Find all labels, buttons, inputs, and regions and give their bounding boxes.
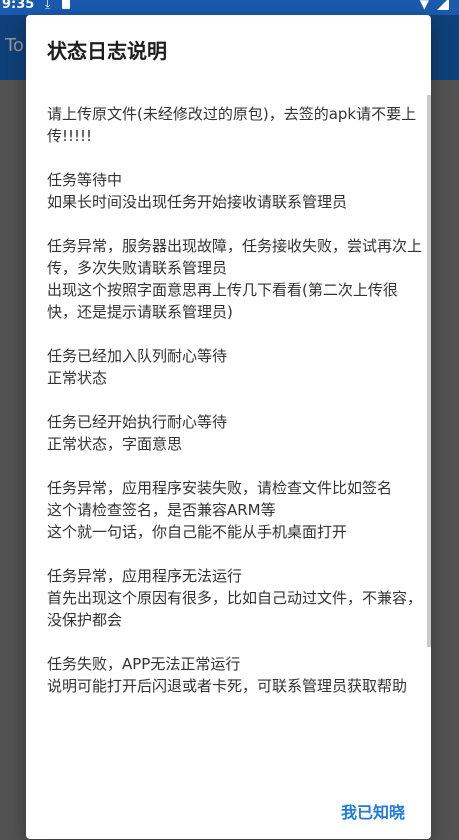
- status-log-dialog: 状态日志说明 请上传原文件(未经修改过的原包)，去签的apk请不要上传!!!!!…: [26, 15, 431, 839]
- paragraph-running: 任务已经开始执行耐心等待 正常状态，字面意思: [47, 413, 228, 453]
- paragraph-server-error: 任务异常，服务器出现故障，任务接收失败，尝试再次上传，多次失败请联系管理员 出现…: [47, 237, 422, 321]
- paragraph-upload-note: 请上传原文件(未经修改过的原包)，去签的apk请不要上传!!!!!: [47, 105, 417, 145]
- paragraph-cannot-run: 任务异常，应用程序无法运行 首先出现这个原因有很多，比如自己动过文件，不兼容，没…: [47, 567, 422, 629]
- dialog-scrollbar-thumb[interactable]: [427, 95, 431, 647]
- status-bar: 9:35 ⤓ ▼: [0, 0, 459, 15]
- download-icon: ⤓: [45, 0, 51, 11]
- acknowledge-button[interactable]: 我已知晓: [341, 799, 405, 823]
- paragraph-queued: 任务已经加入队列耐心等待 正常状态: [47, 347, 228, 387]
- paragraph-install-failed: 任务异常，应用程序安装失败，请检查文件比如签名 这个请检查签名，是否兼容ARM等…: [47, 479, 393, 541]
- dialog-message[interactable]: 请上传原文件(未经修改过的原包)，去签的apk请不要上传!!!!! 任务等待中 …: [47, 103, 422, 793]
- wifi-icon: ▼: [419, 0, 429, 11]
- sim-card-icon: [62, 0, 70, 9]
- paragraph-task-failed: 任务失败，APP无法正常运行 说明可能打开后闪退或者卡死，可联系管理员获取帮助: [47, 655, 408, 695]
- status-time: 9:35: [2, 0, 35, 12]
- dialog-title: 状态日志说明: [47, 39, 167, 63]
- signal-icon: [437, 0, 449, 10]
- paragraph-waiting: 任务等待中 如果长时间没出现任务开始接收请联系管理员: [47, 171, 348, 211]
